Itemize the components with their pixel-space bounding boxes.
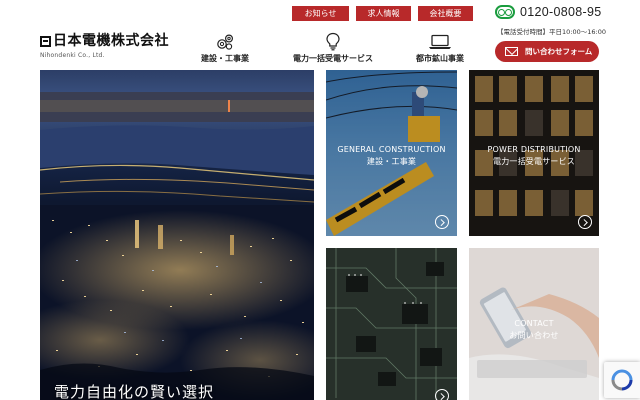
arrow-right-icon[interactable] [578, 215, 592, 229]
recruit-link[interactable]: 求人情報 [356, 6, 411, 21]
main-nav: 建設・工事業 電力一括受電サービス 都市鉱山事業 [196, 32, 468, 64]
tile-title-ja: 建設・工事業 [366, 157, 417, 166]
hero-caption: 電力自由化の賢い選択 [54, 383, 215, 400]
nav-item-construction[interactable]: 建設・工事業 [196, 32, 254, 64]
tile-contact[interactable]: CONTACT お問い合わせ [469, 248, 599, 400]
tile-title-ja: お問い合わせ [509, 331, 559, 340]
nav-label: 都市鉱山事業 [416, 54, 464, 63]
phone-number[interactable]: 0120-0808-95 [520, 5, 601, 19]
phone-hours: 【電話受付時間】平日10:00〜16:00 [497, 28, 606, 36]
logo-mark-icon [40, 35, 51, 47]
hero-image: 電力自由化の賢い選択 [40, 70, 314, 400]
mail-icon [505, 47, 518, 56]
contact-form-label: 問い合わせフォーム [525, 47, 593, 56]
circuit-board-illustration [326, 248, 457, 400]
site-header: 日本電機株式会社 Nihondenki Co., Ltd. お知らせ 求人情報 … [0, 0, 640, 70]
company-overview-link[interactable]: 会社概要 [418, 6, 473, 21]
nav-item-urban-mining[interactable]: 都市鉱山事業 [412, 32, 468, 64]
arrow-right-icon[interactable] [435, 215, 449, 229]
nav-label: 電力一括受電サービス [293, 54, 373, 63]
top-links: お知らせ 求人情報 会社概要 [292, 6, 473, 21]
nav-item-power[interactable]: 電力一括受電サービス [290, 32, 376, 64]
news-link[interactable]: お知らせ [292, 6, 349, 21]
nav-label: 建設・工事業 [201, 54, 249, 63]
tile-title-ja: 電力一括受電サービス [493, 157, 575, 166]
logo-text: 日本電機株式会社 [53, 33, 169, 49]
arrow-right-icon[interactable] [435, 389, 449, 400]
company-logo[interactable]: 日本電機株式会社 Nihondenki Co., Ltd. [40, 33, 169, 59]
contact-form-button[interactable]: 問い合わせフォーム [495, 41, 599, 62]
logo-subtitle: Nihondenki Co., Ltd. [40, 52, 105, 59]
phone-block[interactable]: 0120-0808-95 [495, 5, 601, 19]
recaptcha-icon [611, 369, 633, 391]
gears-icon [215, 32, 235, 51]
lightbulb-icon [325, 32, 341, 51]
tile-urban-mining[interactable] [326, 248, 457, 400]
tile-title-en: CONTACT [514, 319, 554, 328]
recaptcha-badge[interactable] [604, 362, 640, 398]
tile-power-distribution[interactable]: POWER DISTRIBUTION 電力一括受電サービス [469, 70, 599, 236]
freedial-icon [495, 5, 515, 19]
night-city-illustration [40, 92, 314, 400]
tile-title-en: GENERAL CONSTRUCTION [337, 145, 446, 154]
laptop-icon [428, 32, 452, 51]
tile-title-en: POWER DISTRIBUTION [487, 145, 581, 154]
tile-general-construction[interactable]: GENERAL CONSTRUCTION 建設・工事業 [326, 70, 457, 236]
